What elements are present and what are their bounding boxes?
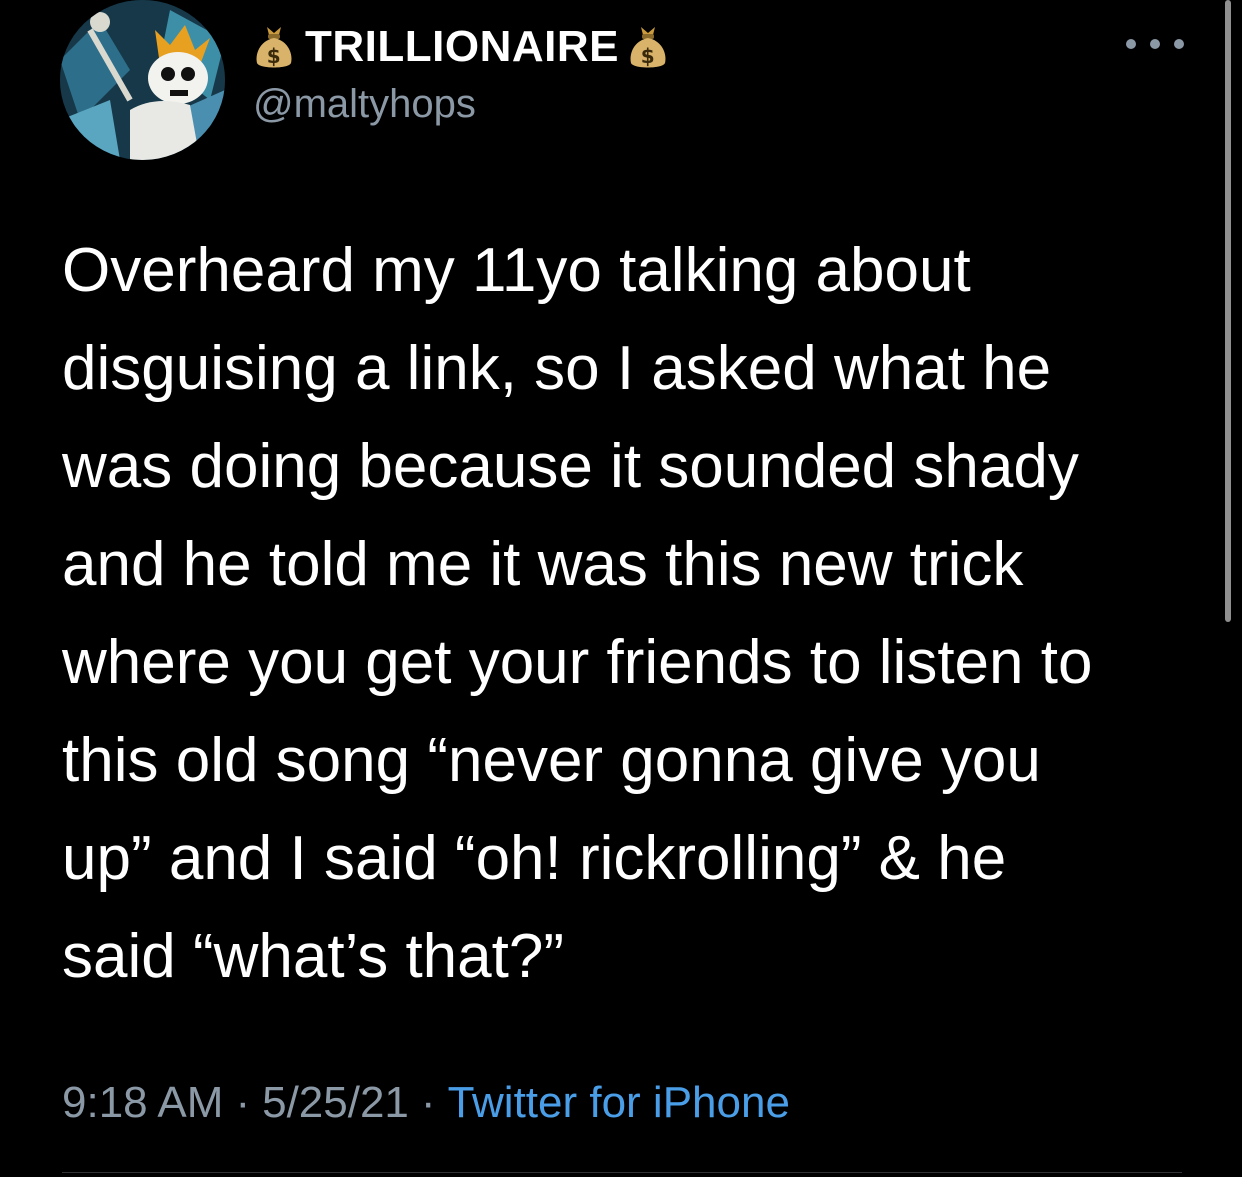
more-dot-icon	[1174, 39, 1184, 49]
more-dot-icon	[1126, 39, 1136, 49]
svg-text:$: $	[267, 44, 281, 68]
tweet-text: Overheard my 11yo talking about disguisi…	[62, 236, 1093, 991]
svg-text:$: $	[641, 44, 655, 68]
separator: ·	[235, 1078, 251, 1127]
tweet-detail: $ TRILLIONAIRE $ @maltyhops Overheard my…	[0, 0, 1242, 1177]
money-bag-icon: $	[253, 23, 295, 71]
tweet-time[interactable]: 9:18 AM	[62, 1078, 223, 1127]
tweet-meta: 9:18 AM · 5/25/21 · Twitter for iPhone	[62, 1078, 790, 1128]
avatar[interactable]	[60, 0, 225, 160]
avatar-image	[60, 0, 225, 160]
more-options-button[interactable]	[1126, 22, 1184, 66]
tweet-date[interactable]: 5/25/21	[262, 1078, 409, 1127]
handle[interactable]: @maltyhops	[253, 82, 669, 127]
author-info[interactable]: $ TRILLIONAIRE $ @maltyhops	[253, 18, 669, 127]
separator: ·	[420, 1078, 436, 1127]
scrollbar[interactable]	[1225, 0, 1231, 622]
display-name[interactable]: $ TRILLIONAIRE $	[253, 18, 669, 76]
tweet-source-link[interactable]: Twitter for iPhone	[448, 1078, 790, 1127]
divider	[62, 1172, 1182, 1173]
money-bag-icon: $	[627, 23, 669, 71]
display-name-text: TRILLIONAIRE	[305, 22, 619, 71]
more-dot-icon	[1150, 39, 1160, 49]
